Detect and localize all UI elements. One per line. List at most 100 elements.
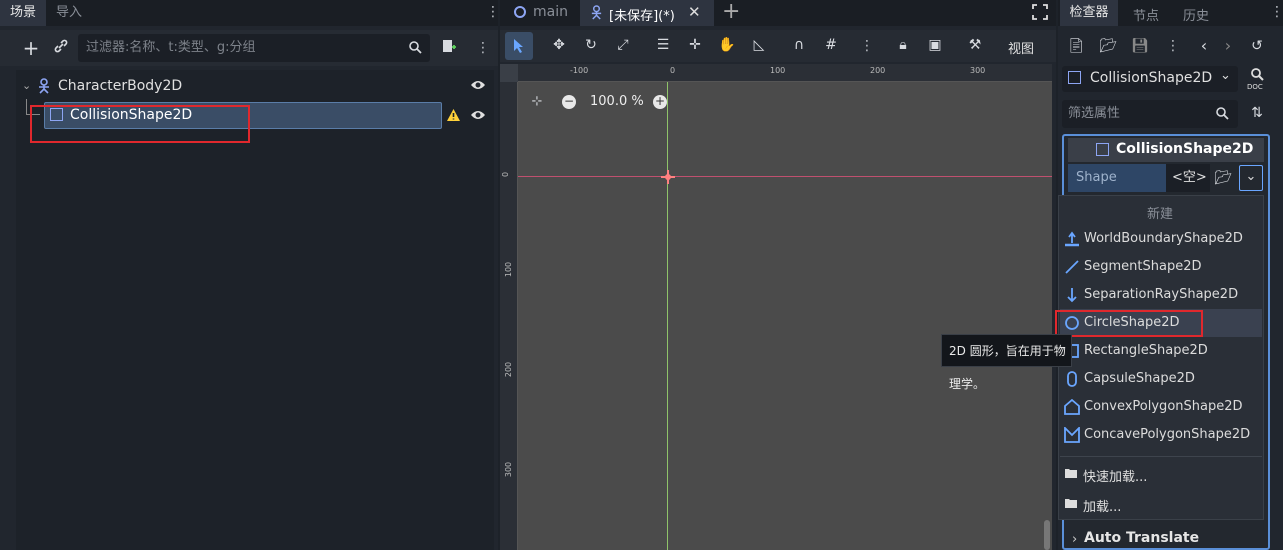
snap-options-icon[interactable]: ⋮ (860, 38, 874, 54)
shape-dropdown-button[interactable]: ⌄ (1239, 165, 1263, 191)
group-icon[interactable]: ▣ (926, 37, 944, 53)
history-back-icon[interactable]: ‹ (1196, 36, 1212, 55)
separation-ray-icon (1064, 287, 1080, 307)
expand-chevron-icon[interactable]: › (1072, 532, 1077, 547)
scale-tool-icon[interactable]: ⤢ (614, 37, 632, 53)
tab-main[interactable]: main (500, 0, 580, 26)
character-body-icon (37, 78, 51, 98)
tab-scene[interactable]: 场景 (0, 0, 47, 26)
canvas-viewport[interactable] (518, 82, 1052, 550)
folder-icon (1064, 467, 1078, 483)
menu-item-segment[interactable]: SegmentShape2D (1060, 253, 1262, 281)
zoom-in-icon[interactable]: + (653, 95, 667, 109)
scene-panel-menu-icon[interactable]: ⋮ (486, 4, 500, 20)
tab-import[interactable]: 导入 (46, 0, 92, 26)
menu-item-quick-load[interactable]: 快速加载... (1083, 466, 1147, 485)
expand-chevron-icon[interactable]: ⌄ (22, 79, 31, 92)
visibility-eye-icon[interactable] (470, 109, 486, 125)
tooltip: 2D 圆形，旨在用于物理学。 (941, 334, 1072, 391)
concave-polygon-icon (1064, 425, 1080, 447)
collision-shape-icon (1096, 143, 1109, 156)
smart-snap-icon[interactable]: ∩ (790, 37, 808, 53)
history-forward-icon[interactable]: › (1220, 36, 1236, 55)
tab-unsaved[interactable]: [未保存](*) ✕ (580, 0, 714, 26)
zoom-level[interactable]: 100.0 % (590, 94, 644, 109)
tab-node[interactable]: 节点 (1133, 5, 1159, 24)
zoom-out-icon[interactable]: − (562, 95, 576, 109)
open-folder-icon[interactable]: 📂︎ (1099, 38, 1117, 54)
ruler-h-label: 100 (770, 66, 786, 75)
list-select-icon[interactable]: ☰ (654, 37, 672, 53)
scene-filter-input[interactable]: 过滤器:名称、t:类型、g:分组 (78, 34, 430, 62)
menu-item-label: ConvexPolygonShape2D (1084, 399, 1243, 414)
collision-shape-handle-icon[interactable] (660, 169, 676, 189)
highlight-box-circle (1055, 310, 1203, 337)
dropdown-separator (1060, 456, 1262, 457)
bone-icon[interactable]: ⚒ (966, 37, 984, 53)
tree-connector (26, 99, 27, 115)
move-tool-icon[interactable]: ✥ (550, 37, 568, 53)
y-axis-line (667, 82, 668, 550)
load-resource-icon[interactable]: 📂︎ (1214, 170, 1232, 186)
view-menu-button[interactable]: 视图 (1008, 38, 1034, 57)
ruler-h-label: -100 (570, 66, 589, 75)
ruler-v-label: 300 (504, 461, 514, 478)
ruler-v-label: 100 (504, 261, 514, 278)
menu-item-convex-polygon[interactable]: ConvexPolygonShape2D (1060, 393, 1262, 421)
fullscreen-icon[interactable] (1032, 4, 1048, 24)
lock-icon[interactable]: 🔒︎ (894, 37, 912, 53)
rotate-tool-icon[interactable]: ↻ (582, 37, 600, 53)
search-icon (406, 40, 424, 58)
save-icon[interactable]: 💾︎ (1131, 38, 1149, 54)
attach-script-icon[interactable] (440, 38, 458, 58)
menu-item-world-boundary[interactable]: WorldBoundaryShape2D (1060, 225, 1262, 253)
search-icon (1215, 106, 1229, 124)
grid-snap-icon[interactable]: # (822, 37, 840, 53)
visibility-eye-icon[interactable] (470, 79, 486, 95)
menu-item-capsule[interactable]: CapsuleShape2D (1060, 365, 1262, 393)
tab-history[interactable]: 历史 (1183, 5, 1209, 24)
close-icon[interactable]: ✕ (688, 3, 701, 21)
ruler-v-label: 0 (501, 171, 511, 178)
menu-item-rectangle[interactable]: RectangleShape2D (1060, 337, 1262, 365)
menu-item-concave-polygon[interactable]: ConcavePolygonShape2D (1060, 421, 1262, 449)
menu-item-separation-ray[interactable]: SeparationRayShape2D (1060, 281, 1262, 309)
center-view-icon[interactable]: ⊹ (528, 94, 546, 109)
warning-icon[interactable] (446, 108, 461, 126)
scene-tabbar: 场景 导入 (0, 0, 498, 26)
tree-item-root-label[interactable]: CharacterBody2D (58, 77, 182, 95)
property-filter-input[interactable]: 筛选属性 (1062, 100, 1238, 128)
tab-unsaved-label: [未保存](*) (609, 9, 675, 24)
menu-item-label: CapsuleShape2D (1084, 371, 1195, 386)
x-axis-line (518, 176, 1052, 177)
inspector-menu-icon[interactable]: ⋮ (1270, 4, 1283, 20)
scene-more-icon[interactable]: ⋮ (476, 40, 490, 56)
select-tool-button[interactable] (505, 32, 533, 60)
property-shape-value[interactable]: <空> (1166, 164, 1210, 192)
object-history-icon[interactable]: ↺ (1248, 38, 1266, 54)
world-boundary-icon (1064, 231, 1080, 251)
add-node-icon[interactable]: + (22, 38, 40, 58)
ruler-vertical (500, 82, 518, 550)
doc-icon[interactable]: DOC (1246, 67, 1266, 95)
tab-inspector[interactable]: 检查器 (1060, 0, 1118, 26)
add-tab-icon[interactable]: + (722, 0, 740, 24)
link-icon[interactable] (52, 38, 70, 58)
viewport-scrollbar[interactable] (1044, 520, 1050, 550)
menu-item-load[interactable]: 加载... (1083, 496, 1121, 515)
new-resource-icon[interactable]: 📄︎ (1067, 38, 1085, 54)
ruler-tool-icon[interactable]: ◺ (750, 37, 768, 53)
auto-translate-section[interactable]: Auto Translate (1084, 530, 1199, 546)
pivot-tool-icon[interactable]: ✛ (686, 37, 704, 53)
node-selector-label: CollisionShape2D (1090, 70, 1213, 86)
pan-tool-icon[interactable]: ✋ (718, 37, 736, 53)
convex-polygon-icon (1064, 398, 1080, 419)
segment-icon (1064, 259, 1080, 279)
menu-item-label: SegmentShape2D (1084, 259, 1202, 274)
menu-item-label: RectangleShape2D (1084, 343, 1208, 358)
tab-main-label: main (533, 4, 568, 20)
resource-more-icon[interactable]: ⋮ (1166, 38, 1180, 54)
chevron-down-icon: ⌄ (1220, 68, 1231, 83)
menu-item-label: WorldBoundaryShape2D (1084, 231, 1243, 246)
filter-options-icon[interactable]: ⇅ (1248, 105, 1266, 121)
